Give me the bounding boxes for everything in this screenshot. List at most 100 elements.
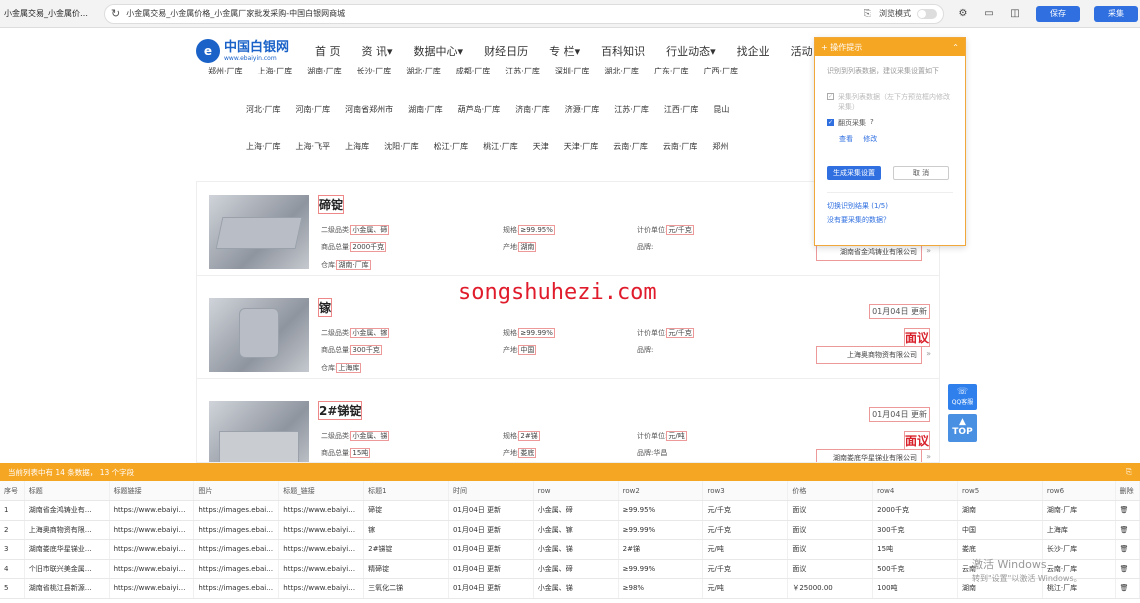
column-header[interactable]: 标题链接 bbox=[109, 481, 195, 501]
warehouse-link[interactable]: 上海库 bbox=[345, 141, 369, 152]
back-to-top-button[interactable]: ▲ TOP bbox=[948, 414, 977, 442]
warehouse-link[interactable]: 上海·厂库 bbox=[258, 66, 293, 74]
warehouse-link[interactable]: 河南·厂库 bbox=[296, 104, 331, 115]
panel-icon[interactable]: ▭ bbox=[982, 8, 996, 20]
warehouse-link[interactable]: 广西·厂库 bbox=[703, 66, 738, 74]
warehouse-link[interactable]: 松江·厂库 bbox=[434, 141, 469, 152]
gear-icon[interactable]: ⚙ bbox=[956, 8, 970, 20]
warehouse-link[interactable]: 成都·厂库 bbox=[456, 66, 491, 74]
warehouse-link[interactable]: 云南·厂库 bbox=[613, 141, 648, 152]
collect-button[interactable]: 采集 bbox=[1094, 5, 1138, 22]
warehouse-link[interactable]: 济源·厂库 bbox=[565, 104, 600, 115]
column-header[interactable]: row3 bbox=[702, 481, 789, 501]
warehouse-link[interactable]: 河北·厂库 bbox=[246, 104, 281, 115]
table-row[interactable]: 3 湖南娄底华星锑业… https://www.ebaiyi… https://ima… bbox=[0, 539, 1140, 560]
column-header[interactable]: row5 bbox=[957, 481, 1043, 501]
product-title[interactable]: 2#锑锭 bbox=[317, 401, 363, 420]
warehouse-link[interactable]: 天津 bbox=[533, 141, 549, 152]
view-link[interactable]: 查看 bbox=[839, 135, 853, 143]
address-bar[interactable]: ↻ 小金属交易_小金属价格_小金属厂家批发采购-中国白银网商城 ⎘ 浏览模式 bbox=[104, 3, 944, 24]
column-header[interactable]: 价格 bbox=[787, 481, 874, 501]
cancel-button[interactable]: 取 消 bbox=[893, 166, 949, 180]
warehouse-link[interactable]: 江西·厂库 bbox=[664, 104, 699, 115]
product-company[interactable]: 湖南省金鸿铸业有限公司 bbox=[816, 243, 922, 261]
column-header[interactable]: row6 bbox=[1042, 481, 1116, 501]
column-header[interactable]: row4 bbox=[872, 481, 959, 501]
warehouse-link[interactable]: 昆山 bbox=[713, 104, 729, 115]
url-text[interactable]: 小金属交易_小金属价格_小金属厂家批发采购-中国白银网商城 bbox=[126, 8, 858, 19]
warehouse-link[interactable]: 湖北·厂库 bbox=[604, 66, 639, 74]
table-row[interactable]: 4 个旧市联兴美金属… https://www.ebaiyi… https://ima… bbox=[0, 559, 1140, 579]
trash-icon[interactable]: 🗑 bbox=[1115, 500, 1140, 521]
column-header[interactable]: 图片 bbox=[193, 481, 280, 501]
warehouse-link[interactable]: 天津·厂库 bbox=[564, 141, 599, 152]
trash-icon[interactable]: 🗑 bbox=[1115, 559, 1140, 579]
edit-link[interactable]: 修改 bbox=[863, 135, 877, 143]
nav-industry[interactable]: 行业动态▾ bbox=[666, 43, 716, 59]
trash-icon[interactable]: 🗑 bbox=[1115, 578, 1140, 599]
option-collect-list[interactable]: ✓ 采集列表数据（左下方预览框内修改采集） bbox=[827, 92, 953, 112]
product-title[interactable]: 镓 bbox=[317, 298, 333, 317]
warehouse-link[interactable]: 葫芦岛·厂库 bbox=[458, 104, 501, 115]
column-header[interactable]: 时间 bbox=[448, 481, 534, 501]
warehouse-link[interactable]: 长沙·厂库 bbox=[357, 66, 392, 74]
warehouse-link[interactable]: 云南·厂库 bbox=[663, 141, 698, 152]
warehouse-link[interactable]: 河南省郑州市 bbox=[345, 104, 393, 115]
warehouse-link[interactable]: 桃江·厂库 bbox=[483, 141, 518, 152]
product-company[interactable]: 上海奥商物资有限公司 bbox=[816, 346, 922, 364]
product-image[interactable] bbox=[209, 401, 309, 462]
warehouse-link[interactable]: 广东·厂库 bbox=[654, 66, 689, 74]
column-header[interactable]: 标题 bbox=[24, 481, 110, 501]
save-button[interactable]: 保存 bbox=[1036, 5, 1080, 22]
nav-wiki[interactable]: 百科知识 bbox=[601, 43, 645, 59]
bookmark-icon[interactable]: ⎘ bbox=[864, 9, 871, 19]
column-header[interactable]: 标题_链接 bbox=[278, 481, 365, 501]
nav-data-center[interactable]: 数据中心▾ bbox=[414, 43, 464, 59]
warehouse-link[interactable]: 湖南·厂库 bbox=[408, 104, 443, 115]
option-paging[interactable]: ✓ 翻页采集 ? bbox=[827, 118, 953, 128]
nav-companies[interactable]: 找企业 bbox=[737, 43, 770, 59]
warehouse-link[interactable]: 江苏·厂库 bbox=[614, 104, 649, 115]
site-logo[interactable]: e 中国白银网 www.ebaiyin.com bbox=[196, 39, 289, 63]
nav-news[interactable]: 资 讯▾ bbox=[362, 43, 393, 59]
collapse-icon[interactable]: ⌃ bbox=[952, 43, 959, 52]
missing-data-link[interactable]: 没有要采集的数据？ bbox=[827, 215, 953, 225]
table-row[interactable]: 5 湖南省桃江县新源… https://www.ebaiyi… https://ima… bbox=[0, 578, 1140, 599]
warehouse-link[interactable]: 上海·飞平 bbox=[296, 141, 331, 152]
column-header[interactable]: 序号 bbox=[0, 481, 25, 501]
browser-tab[interactable]: 小金属交易_小金属价… bbox=[0, 8, 100, 19]
trash-icon[interactable]: 🗑 bbox=[1115, 539, 1140, 560]
nav-home[interactable]: 首 页 bbox=[315, 43, 341, 59]
column-header[interactable]: 标题1 bbox=[363, 481, 449, 501]
table-row[interactable]: 1 湖南省金鸿铸业有… https://www.ebaiyi… https://ima… bbox=[0, 500, 1140, 521]
reload-icon[interactable]: ↻ bbox=[111, 7, 120, 20]
product-card[interactable]: 2#锑锭 二级品类:小金属、锑 规格:2#锑 计价单位:元/吨 商品总量:15吨… bbox=[197, 388, 939, 462]
chevron-right-icon[interactable]: » bbox=[926, 246, 931, 255]
browse-mode-toggle[interactable] bbox=[917, 8, 937, 19]
nav-events[interactable]: 活动 bbox=[791, 43, 813, 59]
chevron-right-icon[interactable]: » bbox=[926, 452, 931, 461]
chevron-right-icon[interactable]: » bbox=[926, 349, 931, 358]
column-header[interactable]: row2 bbox=[618, 481, 704, 501]
warehouse-link[interactable]: 郑州 bbox=[712, 141, 728, 152]
table-row[interactable]: 2 上海奥商物资有限… https://www.ebaiyi… https://ima… bbox=[0, 520, 1140, 540]
column-header[interactable]: row bbox=[533, 481, 619, 501]
warehouse-link[interactable]: 深圳·厂库 bbox=[555, 66, 590, 74]
product-image[interactable] bbox=[209, 298, 309, 372]
nav-columns[interactable]: 专 栏▾ bbox=[549, 43, 580, 59]
product-image[interactable] bbox=[209, 195, 309, 269]
warehouse-link[interactable]: 湖南·厂库 bbox=[307, 66, 342, 74]
window-icon[interactable]: ◫ bbox=[1008, 8, 1022, 20]
checkbox-checked-icon[interactable]: ✓ bbox=[827, 119, 834, 126]
warehouse-link[interactable]: 湖北·厂库 bbox=[406, 66, 441, 74]
qq-support-button[interactable]: ☏ QQ客服 bbox=[948, 384, 977, 410]
generate-settings-button[interactable]: 生成采集设置 bbox=[827, 166, 881, 180]
expand-icon[interactable]: ⎘ bbox=[1126, 467, 1132, 477]
help-icon[interactable]: ? bbox=[870, 118, 874, 126]
warehouse-link[interactable]: 郑州·厂库 bbox=[208, 66, 243, 74]
product-company[interactable]: 湖南娄底华星锑业有限公司 bbox=[816, 449, 922, 462]
nav-calendar[interactable]: 财经日历 bbox=[484, 43, 528, 59]
checkbox-icon[interactable]: ✓ bbox=[827, 93, 834, 100]
product-title[interactable]: 碲锭 bbox=[317, 195, 345, 214]
switch-result-link[interactable]: 切换识别结果 (1/5) bbox=[827, 201, 953, 211]
